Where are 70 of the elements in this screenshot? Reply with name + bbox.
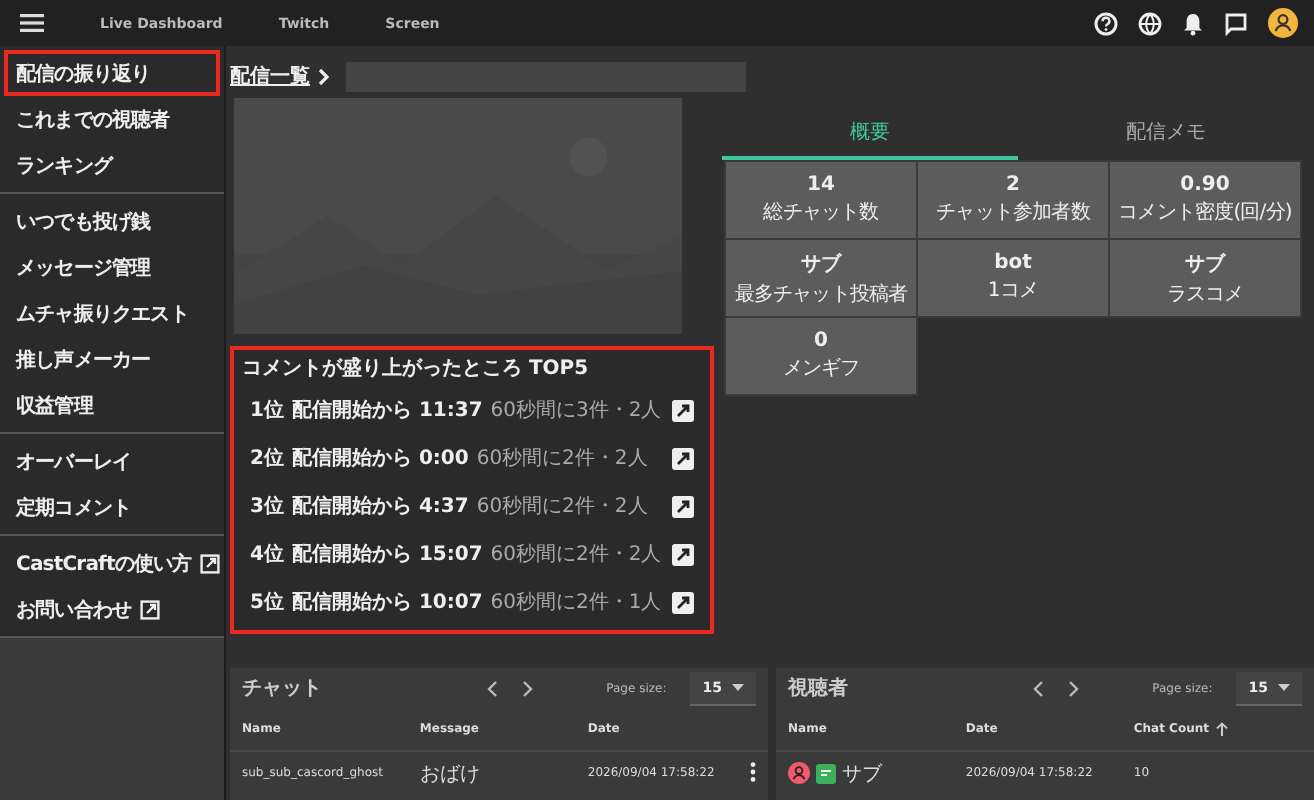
user-icon	[788, 762, 810, 784]
sidebar-item[interactable]: 収益管理	[4, 382, 220, 428]
detail-label: 60秒間に2件・2人	[476, 445, 648, 472]
sidebar-item[interactable]: CastCraftの使い方	[4, 540, 220, 586]
sidebar-item[interactable]: いつでも投げ銭	[4, 198, 220, 244]
table-title: 視聴者	[788, 675, 850, 702]
stat-label: 最多チャット投稿者	[734, 281, 908, 307]
sidebar-item[interactable]: オーバーレイ	[4, 438, 220, 484]
stat-label: チャット参加者数	[936, 199, 1090, 226]
sidebar-item[interactable]: ムチャ振りクエスト	[4, 290, 220, 336]
chevron-right-icon[interactable]	[522, 679, 534, 697]
bell-icon[interactable]	[1182, 11, 1204, 35]
globe-icon[interactable]	[1138, 11, 1162, 35]
avatar-icon[interactable]	[1268, 8, 1298, 38]
sidebar-item[interactable]: お問い合わせ	[4, 586, 220, 632]
rank-label: 1位	[250, 397, 284, 424]
stat-label: 総チャット数	[763, 200, 879, 226]
sidebar-item[interactable]: ランキング	[4, 142, 220, 188]
sidebar-item[interactable]: 配信の振り返り	[4, 50, 220, 96]
page-title: 配信一覧	[230, 63, 310, 90]
external-link-icon[interactable]	[672, 399, 694, 421]
timestamp-label: 配信開始から 0:00	[291, 445, 469, 472]
table-title: チャット	[242, 676, 324, 702]
external-link-icon[interactable]	[672, 447, 694, 469]
detail-label: 60秒間に3件・2人	[490, 397, 662, 424]
stat-value: サブ	[1185, 251, 1225, 277]
sort-arrow-icon[interactable]	[1215, 722, 1227, 736]
timestamp-label: 配信開始から 4:37	[291, 493, 469, 520]
more-options-icon[interactable]	[750, 762, 756, 782]
menu-icon[interactable]	[20, 14, 44, 32]
sidebar-item[interactable]: これまでの視聴者	[4, 96, 220, 142]
external-link-icon[interactable]	[672, 591, 694, 613]
sidebar-item[interactable]: メッセージ管理	[4, 244, 220, 290]
help-icon[interactable]	[1094, 11, 1118, 35]
stat-label: コメント密度(回/分)	[1118, 199, 1292, 226]
rank-label: 5位	[250, 589, 284, 616]
caret-down-icon	[732, 683, 744, 691]
stat-value: 14	[807, 174, 835, 196]
chevron-right-icon[interactable]	[1068, 679, 1080, 697]
stat-value: bot	[994, 252, 1032, 274]
rank-label: 3位	[250, 493, 284, 520]
external-link-icon[interactable]	[672, 543, 694, 565]
stat-label: メンギフ	[782, 356, 860, 382]
stat-value: 0	[814, 330, 828, 352]
caret-down-icon	[1278, 683, 1290, 691]
external-link-icon[interactable]	[672, 495, 694, 517]
timestamp-label: 配信開始から 11:37	[291, 397, 483, 424]
chevron-left-icon[interactable]	[486, 679, 498, 697]
panel-title: コメントが盛り上がったところ TOP5	[242, 355, 591, 382]
table-cell-text: おばけ	[419, 761, 482, 787]
stat-value: 0.90	[1180, 174, 1230, 196]
timestamp-label: 配信開始から 15:07	[291, 541, 483, 568]
chat-icon[interactable]	[1224, 11, 1248, 35]
sidebar-item[interactable]: 定期コメント	[4, 484, 220, 530]
chevron-left-icon[interactable]	[1032, 679, 1044, 697]
stat-label: ラスコメ	[1166, 281, 1244, 307]
tab[interactable]: 配信メモ	[1018, 110, 1314, 160]
detail-label: 60秒間に2件・2人	[476, 493, 648, 520]
stat-value: サブ	[801, 251, 841, 277]
detail-label: 60秒間に2件・1人	[490, 589, 662, 616]
rank-label: 4位	[250, 541, 284, 568]
sidebar-item[interactable]: 推し声メーカー	[4, 336, 220, 382]
comment-icon	[816, 763, 836, 783]
detail-label: 60秒間に2件・2人	[490, 541, 662, 568]
chevron-right-icon	[318, 67, 330, 85]
rank-label: 2位	[250, 445, 284, 472]
stat-label: 1コメ	[987, 278, 1039, 304]
stat-value: 2	[1006, 174, 1020, 196]
table-cell-text: サブ	[842, 761, 882, 787]
timestamp-label: 配信開始から 10:07	[291, 589, 483, 616]
